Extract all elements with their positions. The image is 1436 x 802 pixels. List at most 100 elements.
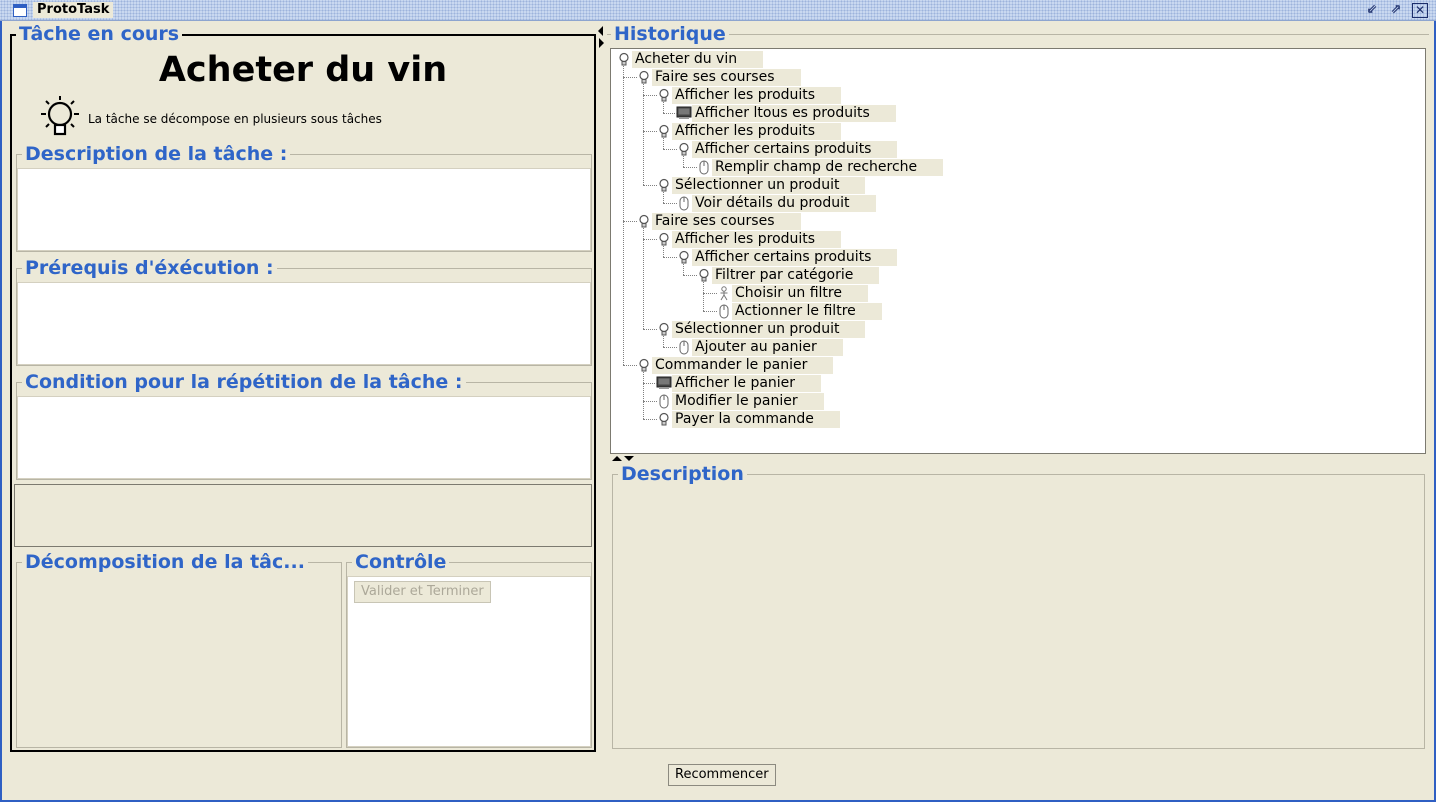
tree-connector bbox=[623, 77, 637, 78]
tree-node-label: Sélectionner un produit bbox=[672, 320, 866, 338]
tree-connector bbox=[663, 138, 664, 149]
tree-node-label: Remplir champ de recherche bbox=[712, 158, 944, 176]
tree-connector bbox=[703, 282, 704, 311]
tree-connector bbox=[663, 347, 677, 348]
repeat-condition-field[interactable] bbox=[17, 396, 591, 479]
description-panel: Description bbox=[612, 463, 1425, 749]
tree-connector bbox=[643, 419, 657, 420]
decomposition-group: Décomposition de la tâc... bbox=[16, 551, 342, 748]
tree-connector bbox=[643, 383, 657, 384]
tree-node[interactable]: Choisir un filtre bbox=[716, 284, 868, 302]
decomposition-label: Décomposition de la tâc... bbox=[22, 551, 308, 573]
tree-node-label: Afficher certains produits bbox=[692, 248, 898, 266]
tree-node[interactable]: Afficher certains produits bbox=[676, 248, 898, 266]
mouse-icon bbox=[716, 303, 732, 319]
tree-node-label: Afficher les produits bbox=[672, 86, 842, 104]
tree-node-label: Filtrer par catégorie bbox=[712, 266, 880, 284]
split-arrows-icon[interactable] bbox=[612, 455, 638, 463]
validate-button[interactable]: Valider et Terminer bbox=[354, 581, 491, 603]
tree-connector bbox=[663, 336, 664, 347]
tree-connector bbox=[703, 293, 717, 294]
monitor-icon bbox=[676, 105, 692, 121]
mouse-icon bbox=[676, 195, 692, 211]
tree-node-label: Acheter du vin bbox=[632, 50, 764, 68]
description-label: Description de la tâche : bbox=[22, 143, 291, 165]
minimize-icon[interactable]: ⇙ bbox=[1364, 3, 1380, 18]
tree-node[interactable]: Afficher les produits bbox=[656, 230, 842, 248]
bulb-icon bbox=[656, 321, 672, 337]
bulb-icon bbox=[636, 357, 652, 373]
tree-node-label: Afficher le panier bbox=[672, 374, 822, 392]
tree-node-label: Actionner le filtre bbox=[732, 302, 882, 320]
tree-node[interactable]: Faire ses courses bbox=[636, 68, 801, 86]
tree-node-label: Afficher certains produits bbox=[692, 140, 898, 158]
tree-connector bbox=[663, 192, 664, 203]
tree-connector bbox=[623, 66, 624, 365]
close-icon[interactable]: ✕ bbox=[1412, 3, 1428, 18]
bulb-icon bbox=[696, 267, 712, 283]
control-label: Contrôle bbox=[352, 551, 450, 573]
window-title: ProtoTask bbox=[33, 2, 114, 18]
tree-node-label: Sélectionner un produit bbox=[672, 176, 866, 194]
bulb-icon bbox=[676, 141, 692, 157]
tree-connector bbox=[643, 95, 657, 96]
person-icon bbox=[716, 285, 732, 301]
tree-connector bbox=[643, 185, 657, 186]
tree-node[interactable]: Afficher certains produits bbox=[676, 140, 898, 158]
monitor-icon bbox=[656, 375, 672, 391]
tree-node[interactable]: Sélectionner un produit bbox=[656, 320, 866, 338]
tree-connector bbox=[683, 156, 684, 167]
bulb-icon bbox=[676, 249, 692, 265]
tree-connector bbox=[643, 329, 657, 330]
tree-node[interactable]: Ajouter au panier bbox=[676, 338, 843, 356]
tree-node-label: Voir détails du produit bbox=[692, 194, 876, 212]
tree-node-label: Commander le panier bbox=[652, 356, 834, 374]
tree-node[interactable]: Afficher les produits bbox=[656, 122, 842, 140]
tree-connector bbox=[623, 365, 637, 366]
tree-connector bbox=[683, 167, 697, 168]
tree-node[interactable]: Afficher ltous es produits bbox=[676, 104, 896, 122]
bulb-icon bbox=[656, 231, 672, 247]
tree-node[interactable]: Faire ses courses bbox=[636, 212, 801, 230]
tree-connector bbox=[683, 275, 697, 276]
description-field[interactable] bbox=[17, 168, 591, 251]
prerequisites-group: Prérequis d'éxécution : bbox=[16, 257, 592, 366]
tree-node[interactable]: Voir détails du produit bbox=[676, 194, 876, 212]
tree-node[interactable]: Commander le panier bbox=[636, 356, 834, 374]
bulb-icon bbox=[656, 87, 672, 103]
tree-connector bbox=[703, 311, 717, 312]
maximize-icon[interactable]: ⇗ bbox=[1388, 3, 1404, 18]
repeat-condition-label: Condition pour la répétition de la tâche… bbox=[22, 371, 466, 393]
tree-node[interactable]: Acheter du vin bbox=[616, 50, 764, 68]
history-tree[interactable]: Acheter du vin Faire ses courses Afficher … bbox=[610, 48, 1426, 454]
tree-connector bbox=[663, 149, 677, 150]
tree-node[interactable]: Afficher les produits bbox=[656, 86, 842, 104]
control-group: Contrôle Valider et Terminer bbox=[346, 551, 592, 748]
splitter-arrows-icon[interactable] bbox=[597, 26, 605, 50]
bulb-icon bbox=[41, 96, 79, 136]
current-task-legend: Tâche en cours bbox=[16, 23, 183, 45]
control-area: Valider et Terminer bbox=[347, 576, 591, 747]
tree-node-label: Ajouter au panier bbox=[692, 338, 843, 356]
tree-connector bbox=[643, 84, 644, 185]
tree-node[interactable]: Remplir champ de recherche bbox=[696, 158, 944, 176]
tree-connector bbox=[663, 246, 664, 257]
tree-node[interactable]: Filtrer par catégorie bbox=[696, 266, 880, 284]
prerequisites-field[interactable] bbox=[17, 282, 591, 365]
tree-node-label: Afficher ltous es produits bbox=[692, 104, 896, 122]
bulb-icon bbox=[656, 123, 672, 139]
tree-node-label: Afficher les produits bbox=[672, 230, 842, 248]
tree-connector bbox=[623, 221, 637, 222]
mouse-icon bbox=[696, 159, 712, 175]
tree-node[interactable]: Actionner le filtre bbox=[716, 302, 882, 320]
tree-connector bbox=[663, 257, 677, 258]
tree-node[interactable]: Modifier le panier bbox=[656, 392, 824, 410]
tree-node-label: Choisir un filtre bbox=[732, 284, 868, 302]
tree-node[interactable]: Sélectionner un produit bbox=[656, 176, 866, 194]
title-bar[interactable]: ProtoTask ⇙ ⇗ ✕ bbox=[0, 0, 1436, 21]
tree-node-label: Faire ses courses bbox=[652, 68, 801, 86]
tree-node[interactable]: Afficher le panier bbox=[656, 374, 822, 392]
restart-button[interactable]: Recommencer bbox=[668, 764, 776, 786]
tree-node[interactable]: Payer la commande bbox=[656, 410, 840, 428]
bulb-icon bbox=[656, 411, 672, 427]
